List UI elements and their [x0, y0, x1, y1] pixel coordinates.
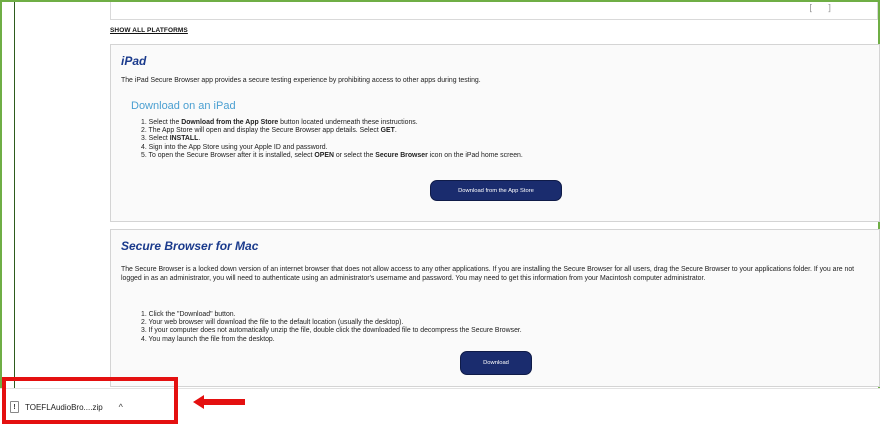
mac-title: Secure Browser for Mac — [121, 239, 259, 253]
mac-steps-list: 1. Click the "Download" button. 2. Your … — [141, 311, 869, 344]
mac-step-3: 3. If your computer does not automatical… — [141, 327, 522, 335]
show-all-platforms-link[interactable]: SHOW ALL PLATFORMS — [110, 27, 188, 34]
mac-step-1: 1. Click the "Download" button. — [141, 311, 236, 318]
ipad-step-1: 1. Select the Download from the App Stor… — [141, 119, 418, 126]
page-frame: [ ] SHOW ALL PLATFORMS iPad The iPad Sec… — [0, 0, 880, 424]
ipad-title: iPad — [121, 54, 147, 68]
mac-panel: Secure Browser for Mac The Secure Browse… — [110, 229, 880, 387]
arrow-left-icon — [193, 395, 245, 409]
previous-panel-bottom — [110, 2, 878, 20]
ipad-download-heading: Download on an iPad — [131, 100, 236, 112]
left-border-line — [14, 2, 15, 390]
ipad-step-5: 5. To open the Secure Browser after it i… — [141, 151, 523, 159]
mac-description: The Secure Browser is a locked down vers… — [121, 266, 855, 282]
ipad-step-4: 4. Sign into the App Store using your Ap… — [141, 143, 328, 151]
header-brackets: [ ] — [808, 4, 837, 14]
ipad-panel: iPad The iPad Secure Browser app provide… — [110, 44, 880, 222]
ipad-steps-list: 1. Select the Download from the App Stor… — [141, 119, 869, 160]
download-mac-button[interactable]: Download — [460, 351, 532, 375]
ipad-step-2: 2. The App Store will open and display t… — [141, 127, 397, 135]
ipad-step-3: 3. Select INSTALL. — [141, 135, 201, 143]
ipad-description: The iPad Secure Browser app provides a s… — [121, 77, 481, 84]
mac-step-2: 2. Your web browser will download the fi… — [141, 319, 404, 327]
mac-step-4: 4. You may launch the file from the desk… — [141, 335, 275, 343]
download-app-store-button[interactable]: Download from the App Store — [430, 180, 562, 201]
highlight-box — [2, 377, 178, 424]
